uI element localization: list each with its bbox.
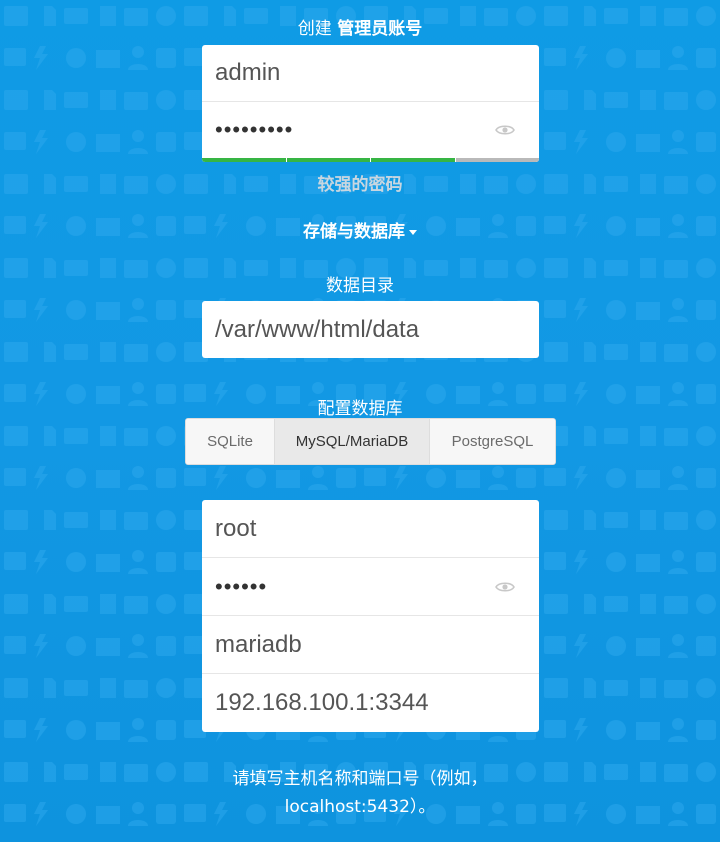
heading-prefix: 创建 xyxy=(297,19,332,39)
db-user-input[interactable] xyxy=(202,500,539,557)
admin-password-input[interactable] xyxy=(202,102,539,158)
db-host-row xyxy=(202,674,539,732)
strength-segment xyxy=(371,158,455,162)
data-dir-row xyxy=(202,301,539,358)
database-connection-group xyxy=(202,500,539,732)
db-host-hint: 请填写主机名称和端口号（例如， localhost:5432）。 xyxy=(0,765,720,821)
eye-icon[interactable] xyxy=(495,124,515,136)
eye-icon[interactable] xyxy=(495,581,515,593)
password-strength-label: 较强的密码 xyxy=(317,175,403,195)
database-type-selector: SQLite MySQL/MariaDB PostgreSQL xyxy=(185,418,556,465)
heading-bold: 管理员账号 xyxy=(337,19,423,39)
db-name-input[interactable] xyxy=(202,616,539,673)
admin-credentials-group xyxy=(202,45,539,162)
db-host-hint-line2: localhost:5432）。 xyxy=(284,797,436,817)
strength-segment xyxy=(202,158,286,162)
db-option-mysql-mariadb[interactable]: MySQL/MariaDB xyxy=(275,419,430,464)
data-dir-input[interactable] xyxy=(202,301,539,358)
password-row xyxy=(202,102,539,158)
data-dir-label: 数据目录 xyxy=(326,276,394,296)
admin-username-input[interactable] xyxy=(202,45,539,101)
db-option-sqlite[interactable]: SQLite xyxy=(186,419,275,464)
db-name-row xyxy=(202,616,539,674)
storage-database-toggle[interactable]: 存储与数据库 xyxy=(0,217,720,242)
db-option-postgresql[interactable]: PostgreSQL xyxy=(430,419,555,464)
storage-toggle-label: 存储与数据库 xyxy=(303,222,405,242)
db-user-row xyxy=(202,500,539,558)
db-host-hint-line1: 请填写主机名称和端口号（例如， xyxy=(232,769,488,789)
configure-database-label: 配置数据库 xyxy=(317,399,403,419)
admin-account-heading: 创建 管理员账号 xyxy=(0,14,720,39)
caret-down-icon xyxy=(409,229,417,235)
strength-segment xyxy=(286,158,370,162)
username-row xyxy=(202,45,539,102)
strength-segment xyxy=(455,158,539,162)
data-dir-group xyxy=(202,301,539,358)
db-host-input[interactable] xyxy=(202,674,539,732)
password-strength-meter xyxy=(202,158,539,162)
db-password-row xyxy=(202,558,539,616)
db-password-input[interactable] xyxy=(202,558,539,615)
